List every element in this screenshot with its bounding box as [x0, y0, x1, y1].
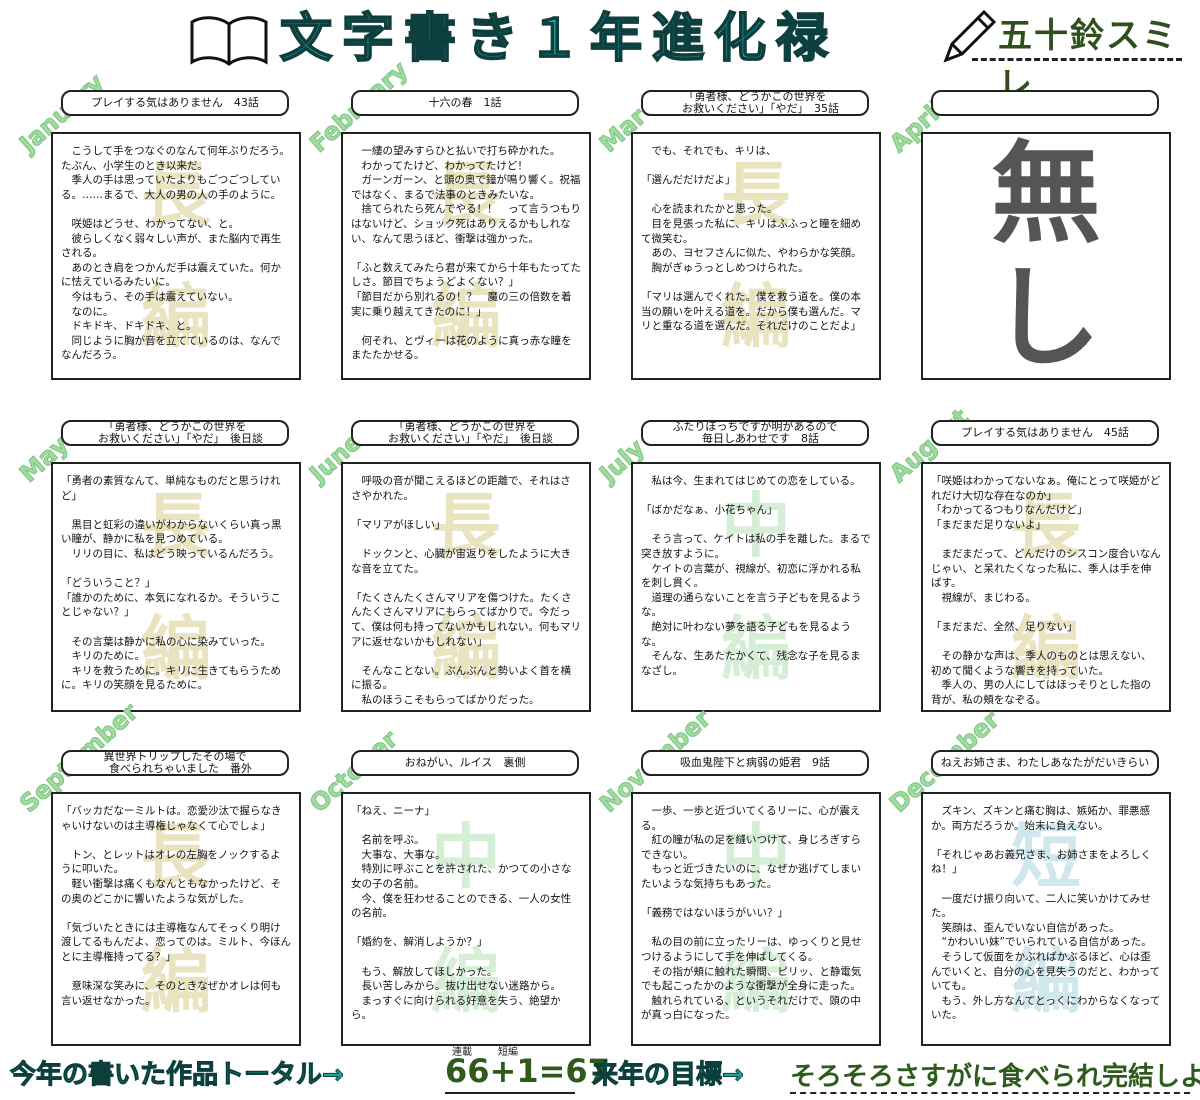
page-title: 文字書き１年進化禄 — [279, 8, 839, 70]
work-title-february: 十六の春 1話 — [351, 90, 579, 116]
excerpt-box-february: 長編 一縷の望みすらひと払いで打ち砕かれた。 わかってたけど、わかってたけど！ … — [341, 132, 591, 380]
work-title-december: ねえお姉さま、わたしあなたがだいきらい — [931, 750, 1159, 776]
excerpt-box-december: 短編 ズキン、ズキンと痛む胸は、嫉妬か、罪悪感か。両方だろうか。始末に負えない。… — [921, 792, 1171, 1046]
excerpt-text: 「咲姫はわかってないなぁ。俺にとって咲姫がどれだけ大切な存在なのか」 「わかって… — [931, 475, 1161, 706]
work-title-september: 異世界トリップしたその場で 食べられちゃいました 番外 — [61, 750, 289, 776]
excerpt-text: 「ねえ、ニーナ」 名前を呼ぶ。 大事な、大事な。 特別に呼ぶことを許された、かつ… — [351, 805, 572, 1022]
excerpt-text: 呼吸の音が聞こえるほどの距離で、それはささやかれた。 「マリアがほしい」 ドック… — [351, 475, 581, 706]
work-title-october: おねがい、ルイス 裏側 — [351, 750, 579, 776]
excerpt-text: こうして手をつなぐのなんて何年ぶりだろう。たぶん、小学生のとき以来だ。 季人の手… — [61, 145, 290, 362]
excerpt-text: 「勇者の素質なんて、単純なものだと思うけれど」 黒目と虹彩の違いがわからないくら… — [61, 475, 282, 692]
excerpt-box-january: 長編 こうして手をつなぐのなんて何年ぶりだろう。たぶん、小学生のとき以来だ。 季… — [51, 132, 301, 380]
goal-label: 来年の目標→ — [592, 1060, 745, 1091]
footer: 今年の書いた作品トータル→ 連載 短編 66+1=67 来年の目標→ そろそろさ… — [0, 1040, 1200, 1100]
work-title-june: 「勇者様、どうかこの世界を お救いください」「やだ」 後日談 — [351, 420, 579, 446]
excerpt-text: 一縷の望みすらひと払いで打ち砕かれた。 わかってたけど、わかってたけど！ ガーン… — [351, 145, 581, 362]
excerpt-box-april: 無し — [921, 132, 1171, 380]
goal-underline — [790, 1092, 1190, 1094]
none-char: し — [991, 254, 1101, 380]
excerpt-box-march: 長編 でも、それでも、キリは、 「選んだだけだよ」 心を読まれたかと思った。 目… — [631, 132, 881, 380]
none-char: 無 — [991, 132, 1101, 258]
excerpt-box-may: 長編「勇者の素質なんて、単純なものだと思うけれど」 黒目と虹彩の違いがわからない… — [51, 462, 301, 712]
work-title-march: 「勇者様、どうかこの世界を お救いください」「やだ」 35話 — [641, 90, 869, 116]
header: 文字書き１年進化禄 五十鈴スミレ — [0, 0, 1200, 105]
excerpt-box-august: 長編「咲姫はわかってないなぁ。俺にとって咲姫がどれだけ大切な存在なのか」 「わか… — [921, 462, 1171, 712]
excerpt-box-october: 中編「ねえ、ニーナ」 名前を呼ぶ。 大事な、大事な。 特別に呼ぶことを許された、… — [341, 792, 591, 1046]
total-value: 66+1=67 — [445, 1052, 610, 1090]
excerpt-box-june: 長編 呼吸の音が聞こえるほどの距離で、それはささやかれた。 「マリアがほしい」 … — [341, 462, 591, 712]
work-title-april — [931, 90, 1159, 116]
work-title-may: 「勇者様、どうかこの世界を お救いください」「やだ」 後日談 — [61, 420, 289, 446]
excerpt-text: 「バッカだなーミルトは。恋愛沙汰で握らなきゃいけないのは主導権じゃなくて心でしょ… — [61, 805, 291, 1007]
open-book-icon — [190, 16, 268, 66]
author-underline — [972, 58, 1182, 61]
excerpt-box-july: 中編 私は今、生まれてはじめての恋をしている。 「ばかだなぁ、小花ちゃん」 そう… — [631, 462, 881, 712]
excerpt-box-november: 中編 一歩、一歩と近づいてくるリーに、心が震える。 紅の瞳が私の足を縫いつけて、… — [631, 792, 881, 1046]
excerpt-text: ズキン、ズキンと痛む胸は、嫉妬か、罪悪感か。両方だろうか。始末に負えない。 「そ… — [931, 805, 1161, 1022]
excerpt-text: でも、それでも、キリは、 「選んだだけだよ」 心を読まれたかと思った。 目を見張… — [641, 145, 862, 333]
total-underline — [445, 1092, 575, 1094]
excerpt-box-september: 長編「バッカだなーミルトは。恋愛沙汰で握らなきゃいけないのは主導権じゃなくて心で… — [51, 792, 301, 1046]
work-title-july: ふたりぼっちですが明があるので 毎日しあわせです 8話 — [641, 420, 869, 446]
work-title-august: プレイする気はありません 45話 — [931, 420, 1159, 446]
work-title-january: プレイする気はありません 43話 — [61, 90, 289, 116]
work-title-november: 吸血鬼陛下と病弱の姫君 9話 — [641, 750, 869, 776]
excerpt-text: 一歩、一歩と近づいてくるリーに、心が震える。 紅の瞳が私の足を縫いつけて、身じろ… — [641, 805, 862, 1022]
goal-value: そろそろさすがに食べられ完結しよ? — [790, 1062, 1200, 1092]
total-label: 今年の書いた作品トータル→ — [10, 1060, 345, 1091]
excerpt-text: 私は今、生まれてはじめての恋をしている。 「ばかだなぁ、小花ちゃん」 そう言って… — [641, 475, 871, 677]
